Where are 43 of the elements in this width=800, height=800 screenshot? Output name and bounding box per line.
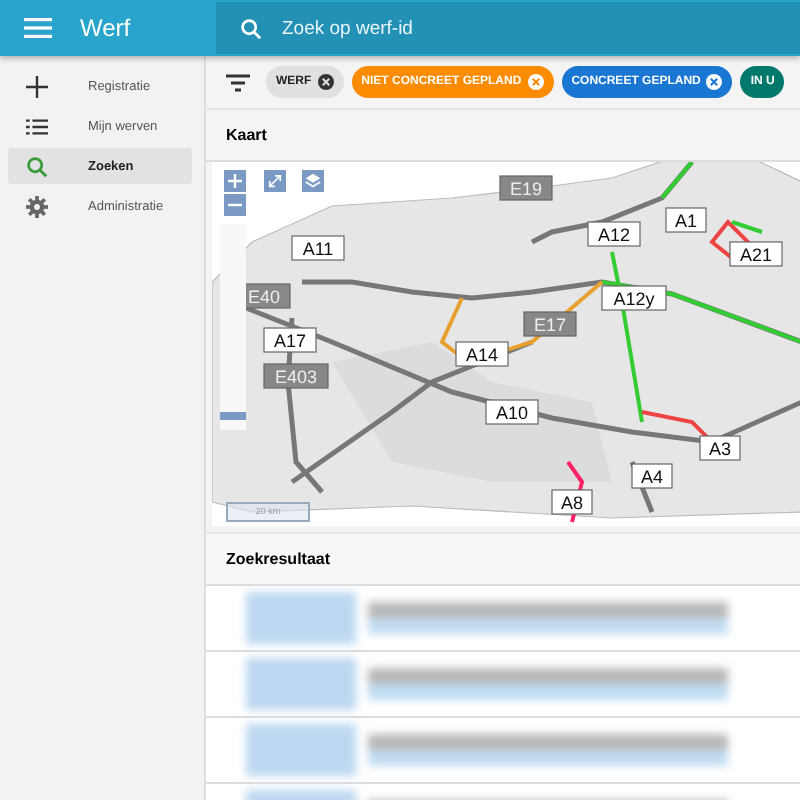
close-icon[interactable] bbox=[317, 74, 334, 90]
close-icon[interactable] bbox=[706, 74, 723, 90]
road-shield: E19 bbox=[499, 175, 553, 201]
search-field[interactable]: Zoek op werf-id bbox=[216, 2, 800, 54]
zoom-out-button[interactable] bbox=[224, 194, 246, 216]
plus-icon bbox=[26, 75, 48, 97]
fullscreen-button[interactable] bbox=[264, 170, 286, 192]
search-icon bbox=[26, 155, 48, 177]
road-label: A3 bbox=[699, 435, 741, 461]
road-shield: E403 bbox=[263, 363, 329, 389]
road-label: A1 bbox=[665, 207, 707, 233]
road-label: A21 bbox=[729, 241, 783, 267]
layers-button[interactable] bbox=[302, 170, 324, 192]
filter-icon[interactable] bbox=[226, 73, 250, 91]
road-label: A11 bbox=[291, 235, 345, 261]
result-row[interactable] bbox=[206, 718, 800, 784]
search-icon bbox=[240, 18, 262, 40]
blurred-text bbox=[246, 724, 356, 776]
road-label: A12 bbox=[587, 221, 641, 247]
gear-icon bbox=[26, 195, 48, 217]
card-title: Zoekresultaat bbox=[226, 550, 331, 568]
layers-icon bbox=[304, 172, 322, 190]
zoom-in-button[interactable] bbox=[224, 170, 246, 192]
road-label: A17 bbox=[263, 327, 317, 353]
expand-icon bbox=[268, 174, 282, 188]
menu-icon[interactable] bbox=[24, 18, 52, 38]
road-label: A4 bbox=[631, 463, 673, 489]
blurred-text bbox=[246, 592, 356, 644]
slider-thumb[interactable] bbox=[220, 411, 246, 420]
app-title: Werf bbox=[80, 14, 133, 42]
minus-icon bbox=[228, 198, 242, 212]
road-label: A12y bbox=[601, 285, 667, 311]
road-label: A10 bbox=[485, 399, 539, 425]
road-shield: E17 bbox=[523, 311, 577, 337]
card-title: Kaart bbox=[226, 126, 267, 144]
result-row[interactable] bbox=[206, 586, 800, 652]
result-row[interactable] bbox=[206, 652, 800, 718]
plus-icon bbox=[228, 174, 242, 188]
road-label: A8 bbox=[551, 489, 593, 515]
zoom-slider[interactable] bbox=[220, 224, 246, 430]
road-label: A14 bbox=[455, 341, 509, 367]
blurred-text bbox=[246, 658, 356, 710]
list-icon bbox=[26, 117, 48, 135]
